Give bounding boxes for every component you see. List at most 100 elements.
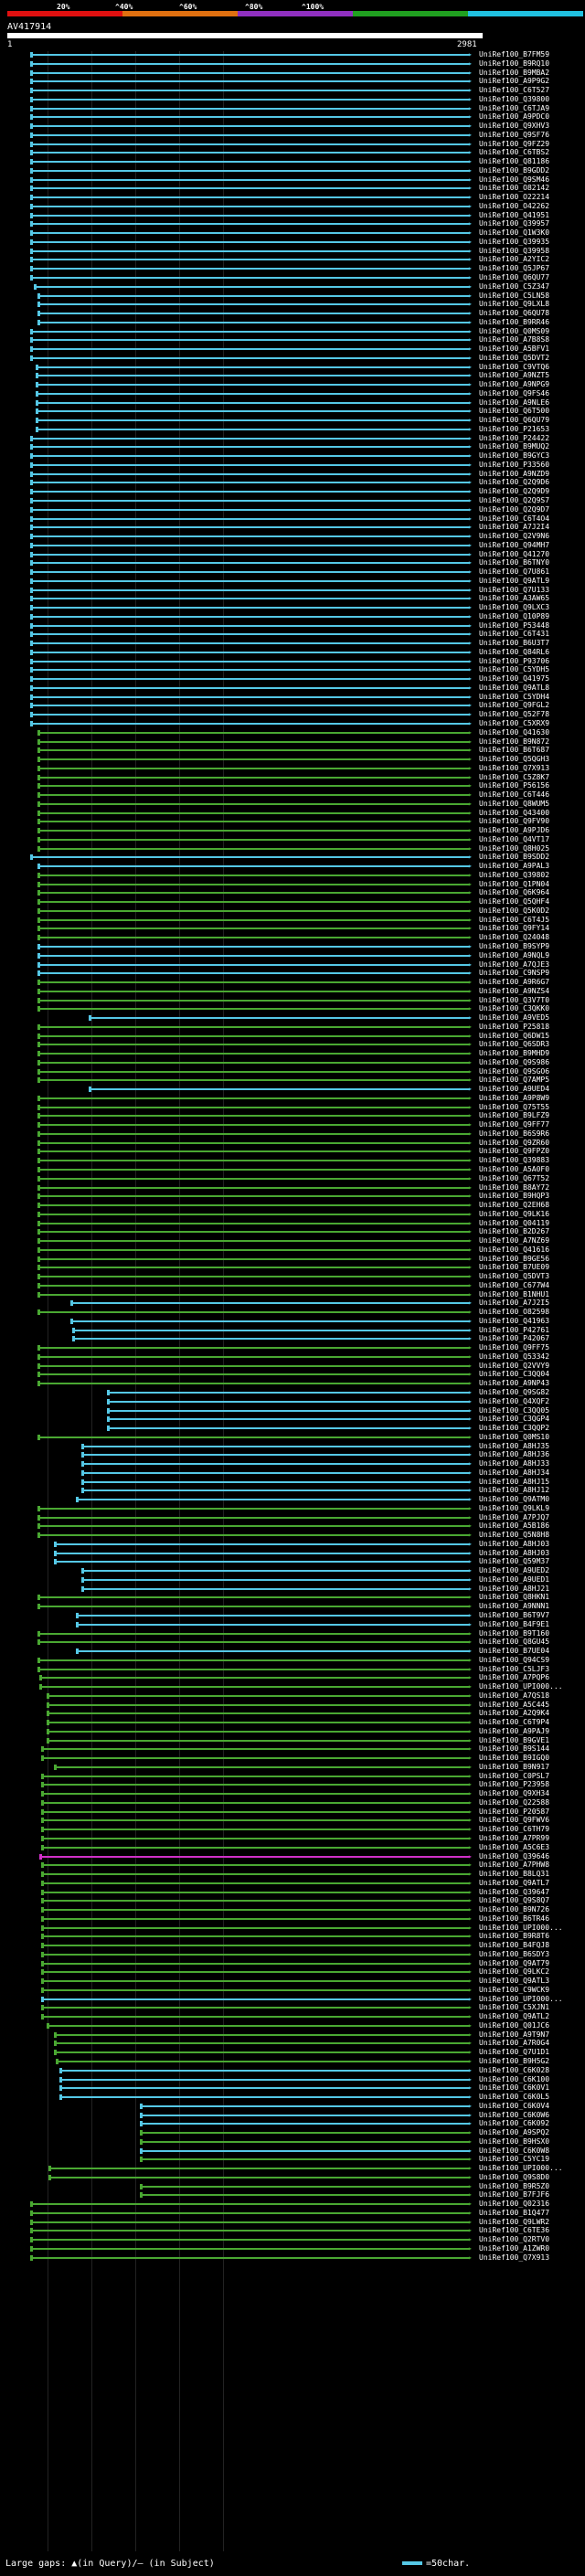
hit-alignment-line[interactable] bbox=[31, 544, 470, 546]
hit-alignment-line[interactable] bbox=[38, 1248, 470, 1251]
hit-alignment-line[interactable] bbox=[31, 482, 470, 484]
hit-alignment-line[interactable] bbox=[38, 1641, 470, 1644]
hit-label[interactable]: UniRef100_B9R5Z0 bbox=[479, 2182, 549, 2190]
hit-alignment-line[interactable] bbox=[31, 80, 470, 83]
hit-label[interactable]: UniRef100_C6K0V4 bbox=[479, 2102, 549, 2110]
hit-label[interactable]: UniRef100_B9HSX0 bbox=[479, 2137, 549, 2146]
hit-alignment-line[interactable] bbox=[31, 705, 470, 707]
hit-label[interactable]: UniRef100_C5YDH5 bbox=[479, 666, 549, 673]
hit-label[interactable]: UniRef100_A5BFV1 bbox=[479, 345, 549, 353]
hit-alignment-line[interactable] bbox=[31, 187, 470, 190]
hit-alignment-line[interactable] bbox=[31, 517, 470, 520]
hit-label[interactable]: UniRef100_A9UED2 bbox=[479, 1567, 549, 1574]
hit-label[interactable]: UniRef100_A9R6G7 bbox=[479, 979, 549, 986]
hit-label[interactable]: UniRef100_B9GYC3 bbox=[479, 452, 549, 460]
hit-label[interactable]: UniRef100_Q3V7T0 bbox=[479, 996, 549, 1004]
hit-label[interactable]: UniRef100_B8AY72 bbox=[479, 1183, 549, 1192]
hit-label[interactable]: UniRef100_O42262 bbox=[479, 202, 549, 210]
hit-label[interactable]: UniRef100_A1ZWR0 bbox=[479, 2244, 549, 2253]
hit-label[interactable]: UniRef100_B7FJF6 bbox=[479, 2191, 549, 2199]
hit-label[interactable]: UniRef100_Q6SDR3 bbox=[479, 1041, 549, 1048]
hit-alignment-line[interactable] bbox=[48, 1703, 470, 1706]
hit-alignment-line[interactable] bbox=[38, 990, 470, 992]
hit-label[interactable]: UniRef100_A9NP43 bbox=[479, 1380, 549, 1387]
hit-alignment-line[interactable] bbox=[31, 695, 470, 698]
hit-alignment-line[interactable] bbox=[42, 1935, 470, 1938]
hit-alignment-line[interactable] bbox=[31, 2211, 470, 2214]
hit-label[interactable]: UniRef100_Q5DVT2 bbox=[479, 354, 549, 362]
hit-label[interactable]: UniRef100_Q39935 bbox=[479, 238, 549, 246]
hit-alignment-line[interactable] bbox=[31, 98, 470, 101]
hit-alignment-line[interactable] bbox=[48, 1722, 470, 1724]
hit-label[interactable]: UniRef100_Q2EH68 bbox=[479, 1202, 549, 1209]
hit-alignment-line[interactable] bbox=[38, 1070, 470, 1073]
hit-label[interactable]: UniRef100_C6TBS2 bbox=[479, 149, 549, 156]
hit-label[interactable]: UniRef100_B9H5G2 bbox=[479, 2058, 549, 2065]
hit-label[interactable]: UniRef100_A8HJ36 bbox=[479, 1451, 549, 1458]
hit-label[interactable]: UniRef100_Q5QHF4 bbox=[479, 898, 549, 906]
hit-label[interactable]: UniRef100_P56156 bbox=[479, 782, 549, 790]
hit-label[interactable]: UniRef100_Q75T55 bbox=[479, 1103, 549, 1111]
hit-alignment-line[interactable] bbox=[38, 874, 470, 876]
hit-label[interactable]: UniRef100_Q9LKC2 bbox=[479, 1968, 549, 1976]
hit-alignment-line[interactable] bbox=[31, 62, 470, 65]
hit-alignment-line[interactable] bbox=[42, 1784, 470, 1786]
hit-label[interactable]: UniRef100_C5LJF3 bbox=[479, 1665, 549, 1673]
hit-label[interactable]: UniRef100_Q39958 bbox=[479, 247, 549, 255]
hit-alignment-line[interactable] bbox=[38, 321, 470, 323]
hit-alignment-line[interactable] bbox=[31, 196, 470, 199]
hit-label[interactable]: UniRef100_A7B8S8 bbox=[479, 336, 549, 344]
hit-alignment-line[interactable] bbox=[38, 1079, 470, 1082]
hit-alignment-line[interactable] bbox=[31, 598, 470, 600]
hit-label[interactable]: UniRef100_Q39883 bbox=[479, 1157, 549, 1164]
hit-label[interactable]: UniRef100_B6TR46 bbox=[479, 1914, 549, 1923]
hit-alignment-line[interactable] bbox=[42, 1882, 470, 1884]
hit-label[interactable]: UniRef100_Q04119 bbox=[479, 1219, 549, 1227]
hit-alignment-line[interactable] bbox=[38, 1115, 470, 1118]
hit-label[interactable]: UniRef100_A9UED4 bbox=[479, 1086, 549, 1093]
hit-label[interactable]: UniRef100_B9T160 bbox=[479, 1629, 549, 1638]
hit-label[interactable]: UniRef100_B2D267 bbox=[479, 1228, 549, 1235]
hit-label[interactable]: UniRef100_Q9LXC3 bbox=[479, 604, 549, 611]
hit-label[interactable]: UniRef100_B1NHU1 bbox=[479, 1290, 549, 1299]
hit-label[interactable]: UniRef100_B9MHD9 bbox=[479, 1050, 549, 1057]
hit-alignment-line[interactable] bbox=[42, 1909, 470, 1912]
hit-alignment-line[interactable] bbox=[31, 240, 470, 243]
hit-alignment-line[interactable] bbox=[38, 1195, 470, 1198]
hit-alignment-line[interactable] bbox=[31, 205, 470, 207]
hit-label[interactable]: UniRef100_C0PSL7 bbox=[479, 1772, 549, 1780]
hit-label[interactable]: UniRef100_Q0MS09 bbox=[479, 327, 549, 335]
hit-alignment-line[interactable] bbox=[31, 562, 470, 565]
hit-alignment-line[interactable] bbox=[38, 1364, 470, 1367]
hit-label[interactable]: UniRef100_A8HJ15 bbox=[479, 1478, 549, 1486]
hit-label[interactable]: UniRef100_UPI000... bbox=[479, 1924, 563, 1932]
hit-label[interactable]: UniRef100_A9NZD9 bbox=[479, 470, 549, 478]
hit-alignment-line[interactable] bbox=[38, 865, 470, 868]
hit-alignment-line[interactable] bbox=[38, 731, 470, 734]
hit-label[interactable]: UniRef100_Q4XQF2 bbox=[479, 1397, 549, 1405]
hit-label[interactable]: UniRef100_Q39646 bbox=[479, 1852, 549, 1860]
hit-label[interactable]: UniRef100_C6TJA9 bbox=[479, 104, 549, 112]
hit-alignment-line[interactable] bbox=[38, 1025, 470, 1028]
hit-label[interactable]: UniRef100_A2Q9K4 bbox=[479, 1710, 549, 1717]
hit-alignment-line[interactable] bbox=[38, 294, 470, 297]
hit-label[interactable]: UniRef100_C6K0V1 bbox=[479, 2084, 549, 2092]
hit-alignment-line[interactable] bbox=[38, 1257, 470, 1260]
hit-label[interactable]: UniRef100_Q6T500 bbox=[479, 408, 549, 415]
hit-label[interactable]: UniRef100_Q2RTV0 bbox=[479, 2236, 549, 2243]
hit-label[interactable]: UniRef100_UPI000... bbox=[479, 1683, 563, 1691]
hit-alignment-line[interactable] bbox=[82, 1463, 470, 1466]
hit-alignment-line[interactable] bbox=[31, 54, 470, 56]
hit-label[interactable]: UniRef100_Q9ZR60 bbox=[479, 1139, 549, 1147]
hit-label[interactable]: UniRef100_A8HJ34 bbox=[479, 1468, 549, 1477]
hit-alignment-line[interactable] bbox=[31, 686, 470, 689]
hit-label[interactable]: UniRef100_C6TH79 bbox=[479, 1826, 549, 1833]
hit-alignment-line[interactable] bbox=[37, 410, 470, 413]
hit-label[interactable]: UniRef100_Q24048 bbox=[479, 934, 549, 941]
hit-alignment-line[interactable] bbox=[42, 1917, 470, 1920]
hit-alignment-line[interactable] bbox=[38, 847, 470, 850]
hit-alignment-line[interactable] bbox=[31, 2221, 470, 2223]
hit-alignment-line[interactable] bbox=[38, 1132, 470, 1135]
hit-alignment-line[interactable] bbox=[38, 1034, 470, 1037]
hit-alignment-line[interactable] bbox=[38, 981, 470, 984]
